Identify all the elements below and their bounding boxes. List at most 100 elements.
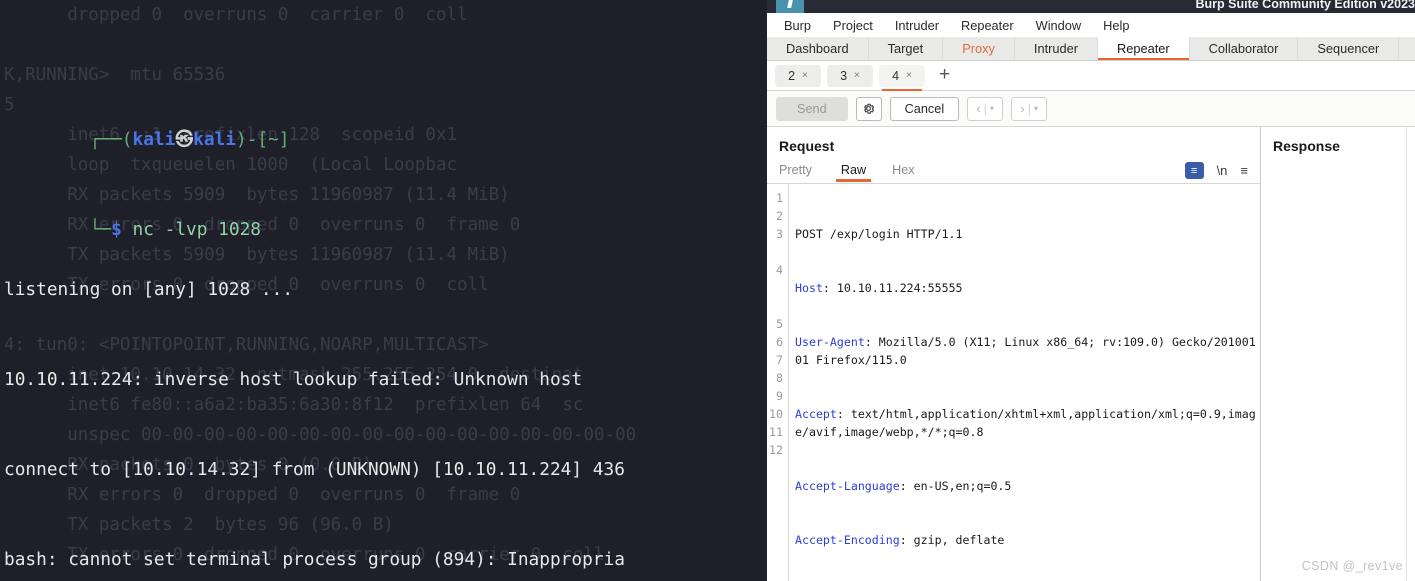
burp-app-icon (776, 0, 804, 13)
header-name: Accept (795, 407, 837, 421)
line-number: 3 (776, 227, 783, 241)
line-number: 1 (776, 191, 783, 205)
line-number: 6 (776, 335, 783, 349)
line-number-wrap (767, 279, 783, 297)
header-value: en-US,en;q=0.5 (906, 479, 1012, 493)
header-name: Host (795, 281, 823, 295)
burp-menubar[interactable]: Burp Project Intruder Repeater Window He… (767, 13, 1415, 37)
tab-raw[interactable]: Raw (828, 160, 879, 182)
line-number-gutter: 1 2 3 4 5 6 7 8 9 10 11 12 (767, 184, 789, 581)
editor-menu-icon[interactable]: ≡ (1240, 163, 1248, 178)
repeater-tab-label: 3 (840, 68, 848, 83)
word-wrap-icon[interactable]: ≡ (1184, 162, 1204, 179)
chevron-right-icon: › (1020, 101, 1025, 116)
prompt-open-paren: ( (121, 129, 133, 150)
burp-window-title: Burp Suite Community Edition v2023 (1195, 0, 1415, 11)
prompt-user: kali (132, 129, 176, 150)
tab-repeater[interactable]: Repeater (1098, 37, 1190, 60)
divider: | (1027, 101, 1031, 116)
header-name: Accept-Encoding (795, 533, 900, 547)
tab-sequencer[interactable]: Sequencer (1298, 37, 1400, 60)
response-scrollbar[interactable] (1406, 127, 1415, 581)
terminal-live-output: ┌──(kali㉿kali)-[~] └─$ nc -lvp 1028 list… (0, 0, 767, 581)
request-line: POST /exp/login HTTP/1.1 (795, 225, 1260, 243)
repeater-tab-label: 4 (892, 68, 900, 83)
tab-proxy[interactable]: Proxy (943, 37, 1015, 60)
burp-main-tabs[interactable]: Dashboard Target Proxy Intruder Repeater… (767, 37, 1415, 61)
cancel-button[interactable]: Cancel (889, 96, 960, 121)
request-line: Accept: text/html,application/xhtml+xml,… (795, 407, 1256, 439)
screen: dropped 0 overruns 0 carrier 0 coll K,RU… (0, 0, 1415, 581)
prompt-box-glyph: ┌── (89, 129, 122, 150)
tab-pretty[interactable]: Pretty (779, 160, 828, 182)
prompt-close-paren: )-[ (235, 129, 269, 150)
request-pane: Request Pretty Raw Hex ≡ \n ≡ 1 2 3 4 5 … (767, 127, 1261, 581)
prompt-corner-glyph: └─ (89, 219, 112, 240)
send-button[interactable]: Send (776, 96, 848, 121)
prompt-host: kali (193, 129, 236, 150)
tab-intruder[interactable]: Intruder (1015, 37, 1099, 60)
header-value: Mozilla/5.0 (X11; Linux x86_64; rv:109.0… (795, 335, 1256, 367)
request-code[interactable]: POST /exp/login HTTP/1.1 Host: 10.10.11.… (789, 184, 1260, 581)
prev-request-button[interactable]: ‹ | ▾ (967, 96, 1004, 121)
header-name: Accept-Language (795, 479, 900, 493)
output-line: listening on [any] 1028 ... (4, 279, 294, 300)
menu-repeater[interactable]: Repeater (950, 16, 1025, 35)
chevron-down-icon: ▾ (990, 104, 995, 113)
menu-help[interactable]: Help (1092, 16, 1140, 35)
burp-suite-window[interactable]: Burp Suite Community Edition v2023 Burp … (767, 0, 1415, 581)
line-number: 11 (769, 425, 783, 439)
terminal-window[interactable]: dropped 0 overruns 0 carrier 0 coll K,RU… (0, 0, 767, 581)
repeater-tab-strip[interactable]: 2 × 3 × 4 × + (767, 61, 1415, 91)
close-icon[interactable]: × (906, 70, 912, 81)
gear-icon (864, 103, 875, 114)
response-pane: Response CSDN @_rev1ve (1261, 127, 1415, 581)
tab-collaborator[interactable]: Collaborator (1190, 37, 1299, 60)
response-title: Response (1273, 138, 1340, 154)
menu-intruder[interactable]: Intruder (884, 16, 950, 35)
request-view-tabs[interactable]: Pretty Raw Hex ≡ \n ≡ (767, 158, 1260, 184)
request-line: Accept-Language: en-US,en;q=0.5 (795, 479, 1012, 493)
line-number: 9 (776, 389, 783, 403)
close-icon[interactable]: × (802, 70, 808, 81)
request-editor[interactable]: 1 2 3 4 5 6 7 8 9 10 11 12 POST /exp/log… (767, 184, 1260, 581)
line-number: 8 (776, 371, 783, 385)
line-number: 2 (776, 209, 783, 223)
header-value: gzip, deflate (906, 533, 1005, 547)
close-icon[interactable]: × (854, 70, 860, 81)
menu-burp[interactable]: Burp (773, 16, 822, 35)
repeater-tab-4[interactable]: 4 × (879, 64, 925, 91)
repeater-toolbar[interactable]: Send Cancel ‹ | ▾ › | ▾ (767, 91, 1415, 127)
burp-titlebar: Burp Suite Community Edition v2023 (767, 0, 1415, 13)
tab-hex[interactable]: Hex (879, 160, 927, 182)
add-tab-button[interactable]: + (931, 65, 958, 87)
request-start-line: POST /exp/login HTTP/1.1 (795, 227, 963, 241)
menu-project[interactable]: Project (822, 16, 884, 35)
show-newlines-icon[interactable]: \n (1217, 163, 1228, 178)
request-line: Host: 10.10.11.224:55555 (795, 281, 963, 295)
divider: | (983, 101, 987, 116)
next-request-button[interactable]: › | ▾ (1011, 96, 1048, 121)
output-line: connect to [10.10.14.32] from (UNKNOWN) … (4, 459, 625, 480)
repeater-tab-3[interactable]: 3 × (827, 64, 873, 87)
menu-window[interactable]: Window (1025, 16, 1093, 35)
tab-target[interactable]: Target (869, 37, 944, 60)
line-number: 10 (769, 407, 783, 421)
settings-gear-button[interactable] (855, 96, 882, 121)
chevron-down-icon: ▾ (1034, 104, 1039, 113)
tab-dashboard[interactable]: Dashboard (767, 37, 869, 60)
header-value: 10.10.11.224:55555 (829, 281, 963, 295)
repeater-tab-label: 2 (788, 68, 796, 83)
repeater-tab-2[interactable]: 2 × (775, 64, 821, 87)
prompt-dollar: $ (111, 219, 122, 240)
line-number: 12 (769, 443, 783, 457)
request-actions[interactable]: ≡ \n ≡ (1184, 162, 1260, 179)
request-line: User-Agent: Mozilla/5.0 (X11; Linux x86_… (795, 335, 1256, 367)
output-line: bash: cannot set terminal process group … (4, 549, 625, 570)
command-line-1: └─$ nc -lvp 1028 (4, 185, 767, 240)
prompt-bracket-close: ] (278, 129, 290, 150)
tab-decoder[interactable]: Decoder (1399, 37, 1415, 60)
header-value: text/html,application/xhtml+xml,applicat… (795, 407, 1256, 439)
kali-dragon-icon: ㉿ (175, 129, 194, 150)
request-line: Accept-Encoding: gzip, deflate (795, 533, 1005, 547)
